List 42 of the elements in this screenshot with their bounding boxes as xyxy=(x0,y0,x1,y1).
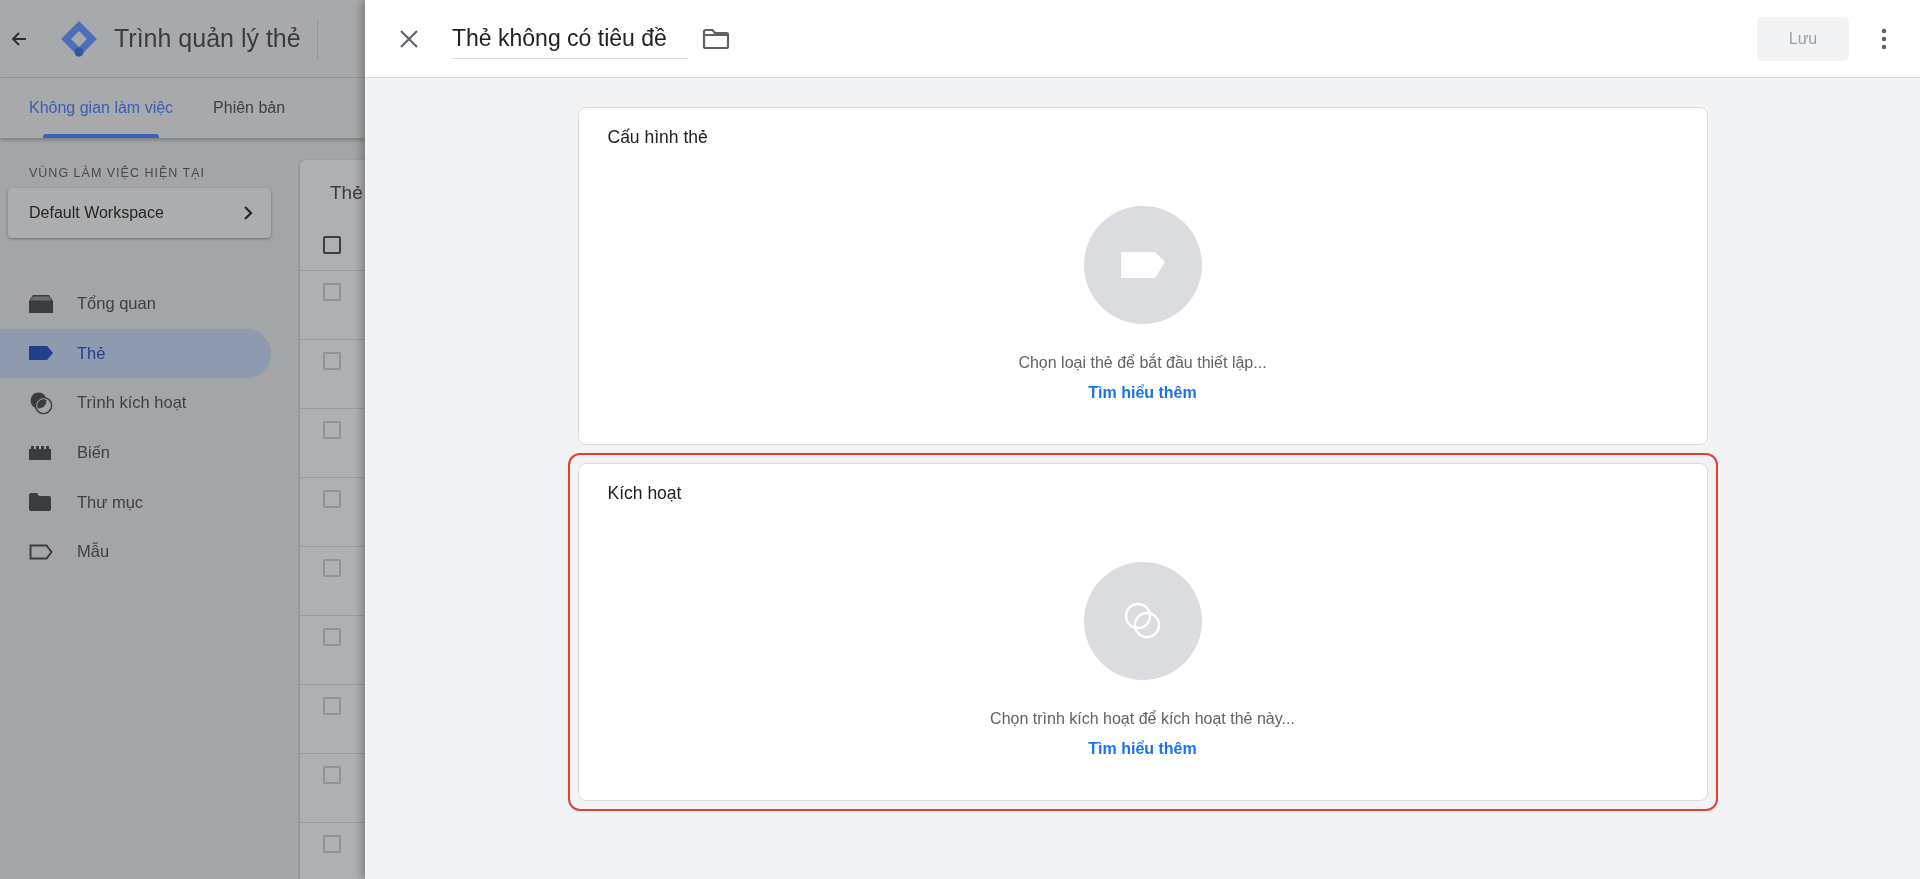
app-title: Trình quản lý thẻ xyxy=(114,24,301,53)
tag-icon xyxy=(29,346,53,361)
title-field[interactable]: Thẻ không có tiêu đề xyxy=(452,18,688,59)
tag-outline-icon xyxy=(29,543,53,560)
overlapping-circles-icon xyxy=(29,391,53,415)
checkbox[interactable] xyxy=(323,766,341,784)
close-button[interactable] xyxy=(398,27,420,50)
checkbox[interactable] xyxy=(323,490,341,508)
learn-more-link[interactable]: Tìm hiểu thêm xyxy=(1088,384,1197,402)
nav-item[interactable]: Thẻ xyxy=(0,328,271,379)
logo-icon xyxy=(60,19,98,58)
overview-icon xyxy=(29,294,53,313)
tab[interactable]: Phiên bản xyxy=(213,78,286,138)
close-icon xyxy=(398,27,420,50)
checkbox[interactable] xyxy=(323,697,341,715)
section-title: Cấu hình thẻ xyxy=(607,127,708,148)
blocks-icon xyxy=(29,445,53,460)
checkbox[interactable] xyxy=(323,628,341,646)
tab[interactable]: Không gian làm việc xyxy=(29,78,174,138)
hint-text: Chọn trình kích hoạt để kích hoạt thẻ này... xyxy=(990,710,1295,728)
learn-more-link[interactable]: Tìm hiểu thêm xyxy=(1088,740,1197,758)
nav-item[interactable]: Mẫu xyxy=(0,526,271,577)
folder-button[interactable] xyxy=(702,27,730,50)
checkbox[interactable] xyxy=(323,236,341,254)
folder-icon xyxy=(29,493,51,512)
nav-item[interactable]: Biến xyxy=(0,427,271,478)
workspace-button[interactable]: Default Workspace xyxy=(8,188,271,238)
arrow-left-icon xyxy=(11,30,27,47)
nav-item[interactable]: Tổng quan xyxy=(0,279,271,329)
folder-outline-icon xyxy=(702,27,730,50)
checkbox[interactable] xyxy=(323,283,341,301)
checkbox[interactable] xyxy=(323,835,341,853)
checkbox[interactable] xyxy=(323,559,341,577)
hint-text: Chọn loại thẻ để bắt đầu thiết lập... xyxy=(1018,354,1267,372)
section-title: Kích hoạt xyxy=(607,483,682,504)
nav-item[interactable]: Trình kích hoạt xyxy=(0,378,271,428)
list-title: Thẻ xyxy=(329,181,364,205)
chevron-right-icon xyxy=(243,205,253,221)
checkbox[interactable] xyxy=(323,421,341,439)
nav-item[interactable]: Thư mục xyxy=(0,477,271,527)
checkbox[interactable] xyxy=(323,352,341,370)
section-label: VÙNG LÀM VIỆC HIỆN TẠI xyxy=(29,166,206,180)
